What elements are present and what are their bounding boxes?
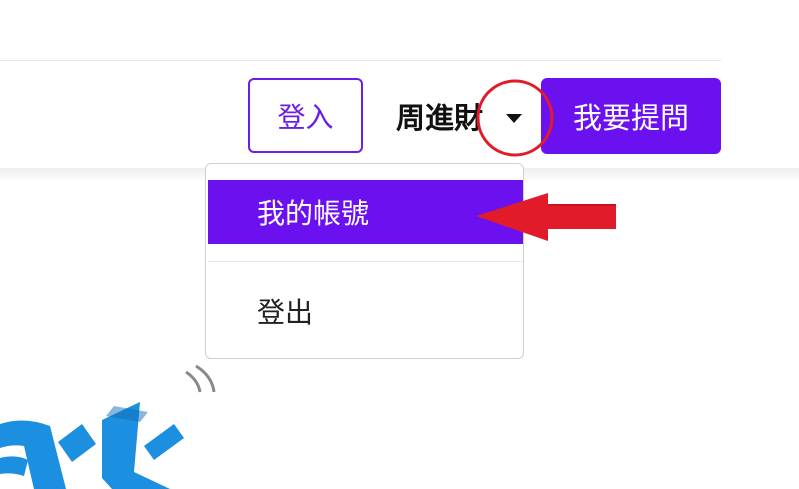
top-divider bbox=[0, 60, 721, 61]
user-dropdown-menu: 我的帳號 登出 bbox=[205, 163, 524, 359]
logo-fragment bbox=[0, 364, 216, 489]
user-name: 周進財 bbox=[396, 101, 484, 135]
menu-item-label: 我的帳號 bbox=[257, 197, 370, 230]
menu-item-label: 登出 bbox=[257, 296, 314, 329]
menu-item-logout[interactable]: 登出 bbox=[208, 279, 523, 343]
caret-down-icon[interactable] bbox=[506, 114, 522, 123]
user-menu-toggle[interactable]: 周進財 bbox=[388, 84, 538, 148]
ask-question-label: 我要提問 bbox=[572, 101, 689, 135]
ask-question-button[interactable]: 我要提問 bbox=[541, 78, 721, 154]
login-button-label: 登入 bbox=[277, 100, 334, 134]
menu-item-my-account[interactable]: 我的帳號 bbox=[208, 180, 523, 244]
login-button[interactable]: 登入 bbox=[248, 78, 363, 153]
page: 登入 周進財 我要提問 我的帳號 登出 bbox=[0, 0, 799, 489]
menu-divider bbox=[208, 261, 523, 262]
